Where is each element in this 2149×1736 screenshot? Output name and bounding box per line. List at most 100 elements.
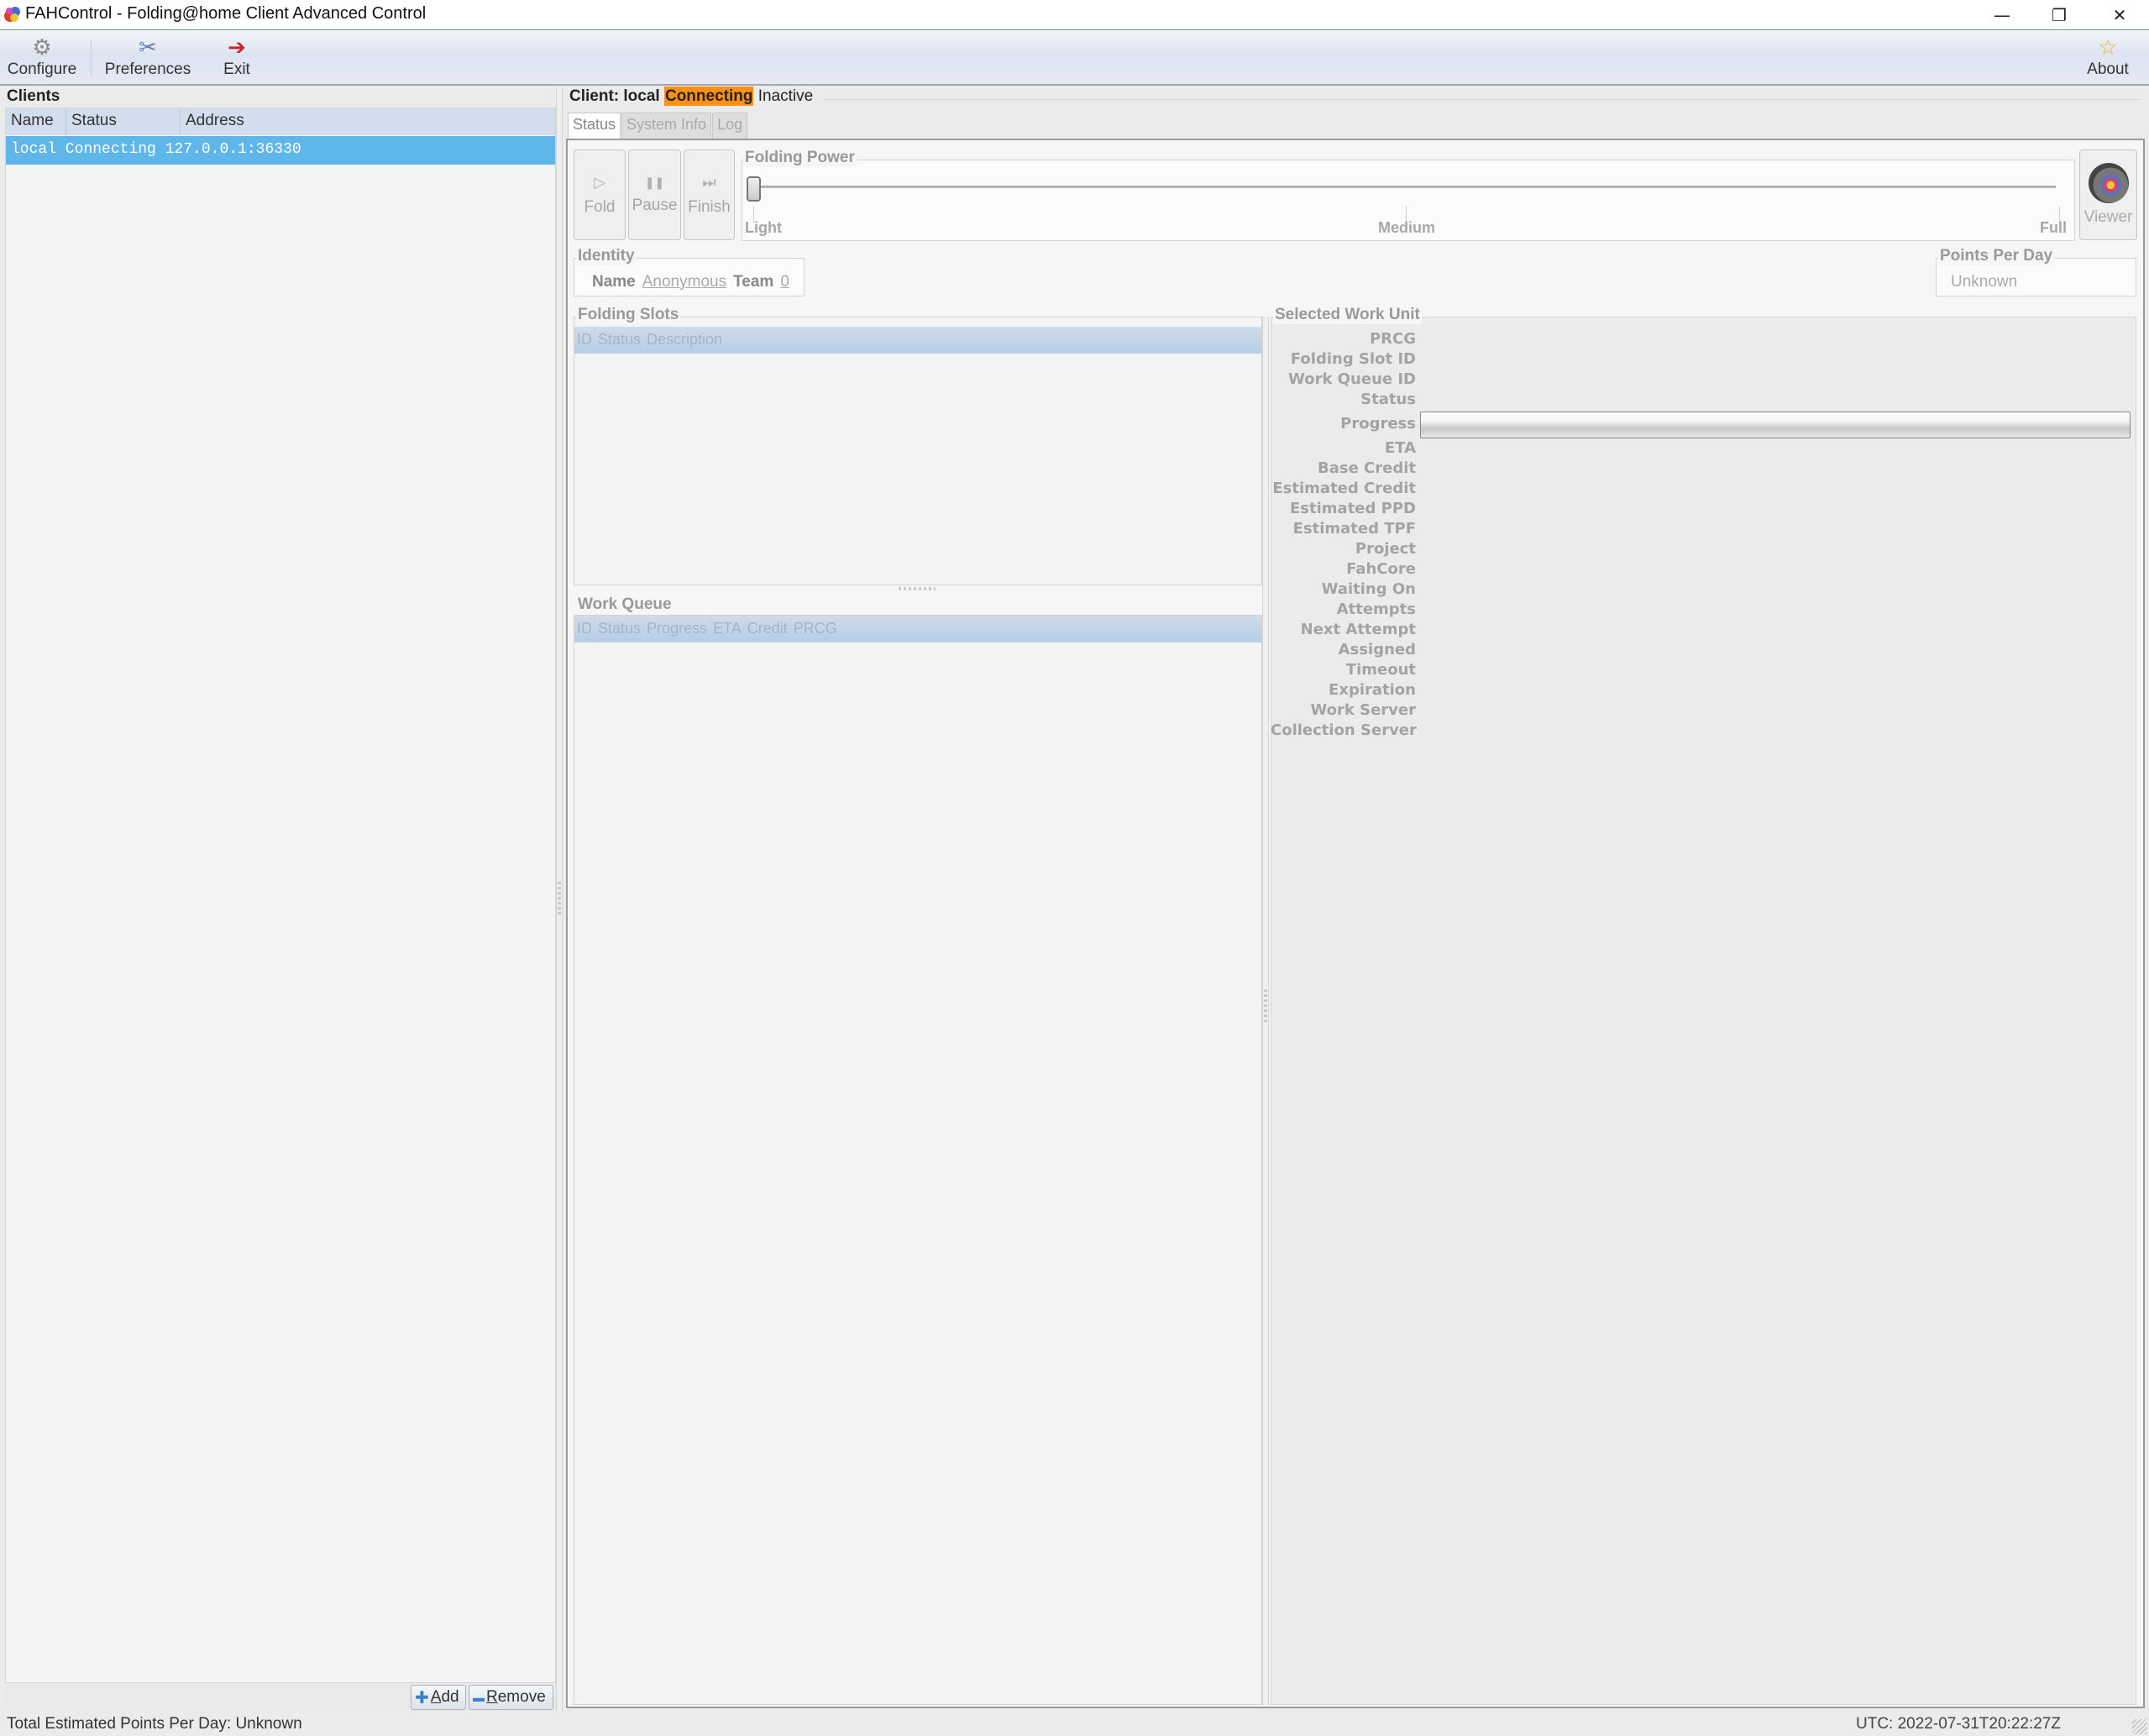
client-row-local[interactable]: local Connecting 127.0.0.1:36330 (6, 136, 555, 165)
add-client-button[interactable]: ✚ Add (411, 1685, 466, 1710)
points-per-day-title: Points Per Day (1938, 247, 2055, 265)
column-header-id[interactable]: ID (574, 327, 595, 354)
wu-label-collection-server: Collection Server (1271, 721, 1417, 739)
divider (823, 99, 2141, 100)
slider-label-medium: Medium (1378, 219, 1436, 236)
work-queue-title: Work Queue (576, 595, 674, 614)
column-header-status[interactable]: Status (66, 108, 181, 135)
total-ppd-status: Total Estimated Points Per Day: Unknown (7, 1715, 302, 1733)
tab-log[interactable]: Log (712, 113, 748, 139)
client-status-label: Client: local Connecting Inactive (569, 87, 813, 106)
clients-table[interactable]: Name Status Address local Connecting 127… (5, 108, 556, 1683)
client-tabs: Status System Info Log (568, 113, 748, 139)
viewer-button[interactable]: Viewer (2079, 149, 2137, 240)
tab-system-info[interactable]: System Info (621, 113, 712, 139)
restore-icon: ❐ (2052, 4, 2067, 25)
exit-door-icon: ➔ (228, 34, 246, 60)
wu-label-estimated-ppd: Estimated PPD (1290, 500, 1416, 517)
remove-label-rest: emove (497, 1688, 546, 1706)
column-header-prcg[interactable]: PRCG (791, 616, 1261, 642)
fold-button[interactable]: ▷ Fold (574, 149, 626, 240)
preferences-button[interactable]: ✂ Preferences (101, 30, 195, 84)
add-mnemonic: A (430, 1688, 442, 1706)
wu-label-estimated-tpf: Estimated TPF (1292, 520, 1416, 538)
folding-power-slider-track[interactable] (754, 186, 2056, 188)
tools-icon: ✂ (139, 34, 157, 60)
folding-slots-table[interactable] (574, 317, 1262, 585)
add-label-rest: dd (441, 1688, 459, 1706)
column-header-eta[interactable]: ETA (710, 616, 745, 642)
star-icon: ☆ (2098, 34, 2118, 60)
clients-table-header: Name Status Address (6, 108, 555, 135)
wu-label-waiting-on: Waiting On (1321, 580, 1416, 598)
exit-button[interactable]: ➔ Exit (213, 30, 260, 84)
wu-label-project: Project (1355, 540, 1416, 558)
name-value-link[interactable]: Anonymous (642, 273, 726, 291)
minimize-icon: — (1994, 4, 2010, 25)
minus-icon: ▬ (473, 1691, 485, 1704)
pause-icon: ❚❚ (644, 175, 665, 189)
wu-label-estimated-credit: Estimated Credit (1272, 480, 1416, 497)
team-value-link[interactable]: 0 (780, 273, 789, 291)
selected-work-unit-title: Selected Work Unit (1273, 306, 1422, 324)
column-header-status[interactable]: Status (595, 327, 645, 354)
close-button[interactable]: ✕ (2091, 0, 2148, 29)
main-splitter-grip[interactable] (558, 882, 561, 915)
column-header-id[interactable]: ID (574, 616, 595, 642)
pause-button[interactable]: ❚❚ Pause (628, 149, 681, 240)
minimize-button[interactable]: — (1973, 0, 2031, 29)
work-unit-field-labels: PRCG Folding Slot ID Work Queue ID Statu… (1271, 329, 1417, 741)
folding-slots-header: ID Status Description (574, 327, 1261, 354)
slider-label-full: Full (2040, 219, 2067, 236)
about-label: About (2087, 60, 2129, 78)
clients-title: Clients (7, 87, 60, 105)
column-header-progress[interactable]: Progress (644, 616, 711, 642)
wu-label-folding-slot-id: Folding Slot ID (1290, 350, 1416, 368)
slider-label-light: Light (745, 219, 782, 236)
work-unit-progress-bar (1420, 412, 2131, 438)
configure-label: Configure (7, 60, 77, 78)
preferences-label: Preferences (104, 60, 191, 78)
toolbar: ⚙ Configure ✂ Preferences ➔ Exit ☆ About (0, 30, 2149, 86)
client-connection-status: Connecting (663, 87, 754, 106)
wu-label-status: Status (1360, 391, 1416, 408)
folding-slots-title: Folding Slots (576, 306, 681, 324)
column-header-description[interactable]: Description (644, 327, 1261, 354)
wu-label-work-queue-id: Work Queue ID (1288, 370, 1416, 388)
slots-queue-splitter-grip[interactable] (899, 587, 936, 590)
finish-button[interactable]: ⏭ Finish (684, 149, 735, 240)
column-header-name[interactable]: Name (6, 108, 66, 135)
wu-label-progress: Progress (1340, 415, 1416, 433)
wu-label-base-credit: Base Credit (1317, 459, 1416, 477)
column-header-address[interactable]: Address (181, 108, 555, 135)
column-header-status[interactable]: Status (595, 616, 645, 642)
play-icon: ▷ (594, 173, 605, 191)
wu-label-work-server: Work Server (1310, 701, 1416, 719)
window-resize-grip[interactable] (2132, 1719, 2147, 1734)
exit-label: Exit (223, 60, 250, 78)
restore-button[interactable]: ❐ (2031, 0, 2088, 29)
queue-workunit-splitter-grip[interactable] (1264, 989, 1267, 1023)
team-label: Team (733, 273, 774, 291)
finish-label: Finish (688, 197, 731, 216)
folding-power-title: Folding Power (743, 149, 857, 167)
wu-label-next-attempt: Next Attempt (1300, 621, 1416, 638)
configure-button[interactable]: ⚙ Configure (5, 30, 79, 84)
utc-clock: UTC: 2022-07-31T20:22:27Z (1856, 1715, 2061, 1733)
wu-label-timeout: Timeout (1345, 661, 1416, 679)
remove-client-button[interactable]: ▬ Remove (469, 1685, 553, 1710)
tab-status[interactable]: Status (568, 113, 621, 139)
toolbar-separator (91, 40, 92, 77)
wu-label-assigned: Assigned (1338, 641, 1416, 658)
points-per-day-value: Unknown (1951, 273, 2018, 291)
column-header-credit[interactable]: Credit (745, 616, 791, 642)
wu-label-attempts: Attempts (1336, 601, 1416, 618)
work-queue-header: ID Status Progress ETA Credit PRCG (574, 616, 1261, 642)
work-queue-table[interactable] (574, 615, 1262, 1705)
folding-power-slider-thumb[interactable] (747, 176, 761, 202)
wu-label-eta: ETA (1384, 439, 1416, 457)
remove-mnemonic: R (486, 1688, 498, 1706)
client-state: Inactive (757, 87, 814, 105)
about-button[interactable]: ☆ About (2079, 30, 2136, 84)
close-icon: ✕ (2112, 4, 2127, 25)
